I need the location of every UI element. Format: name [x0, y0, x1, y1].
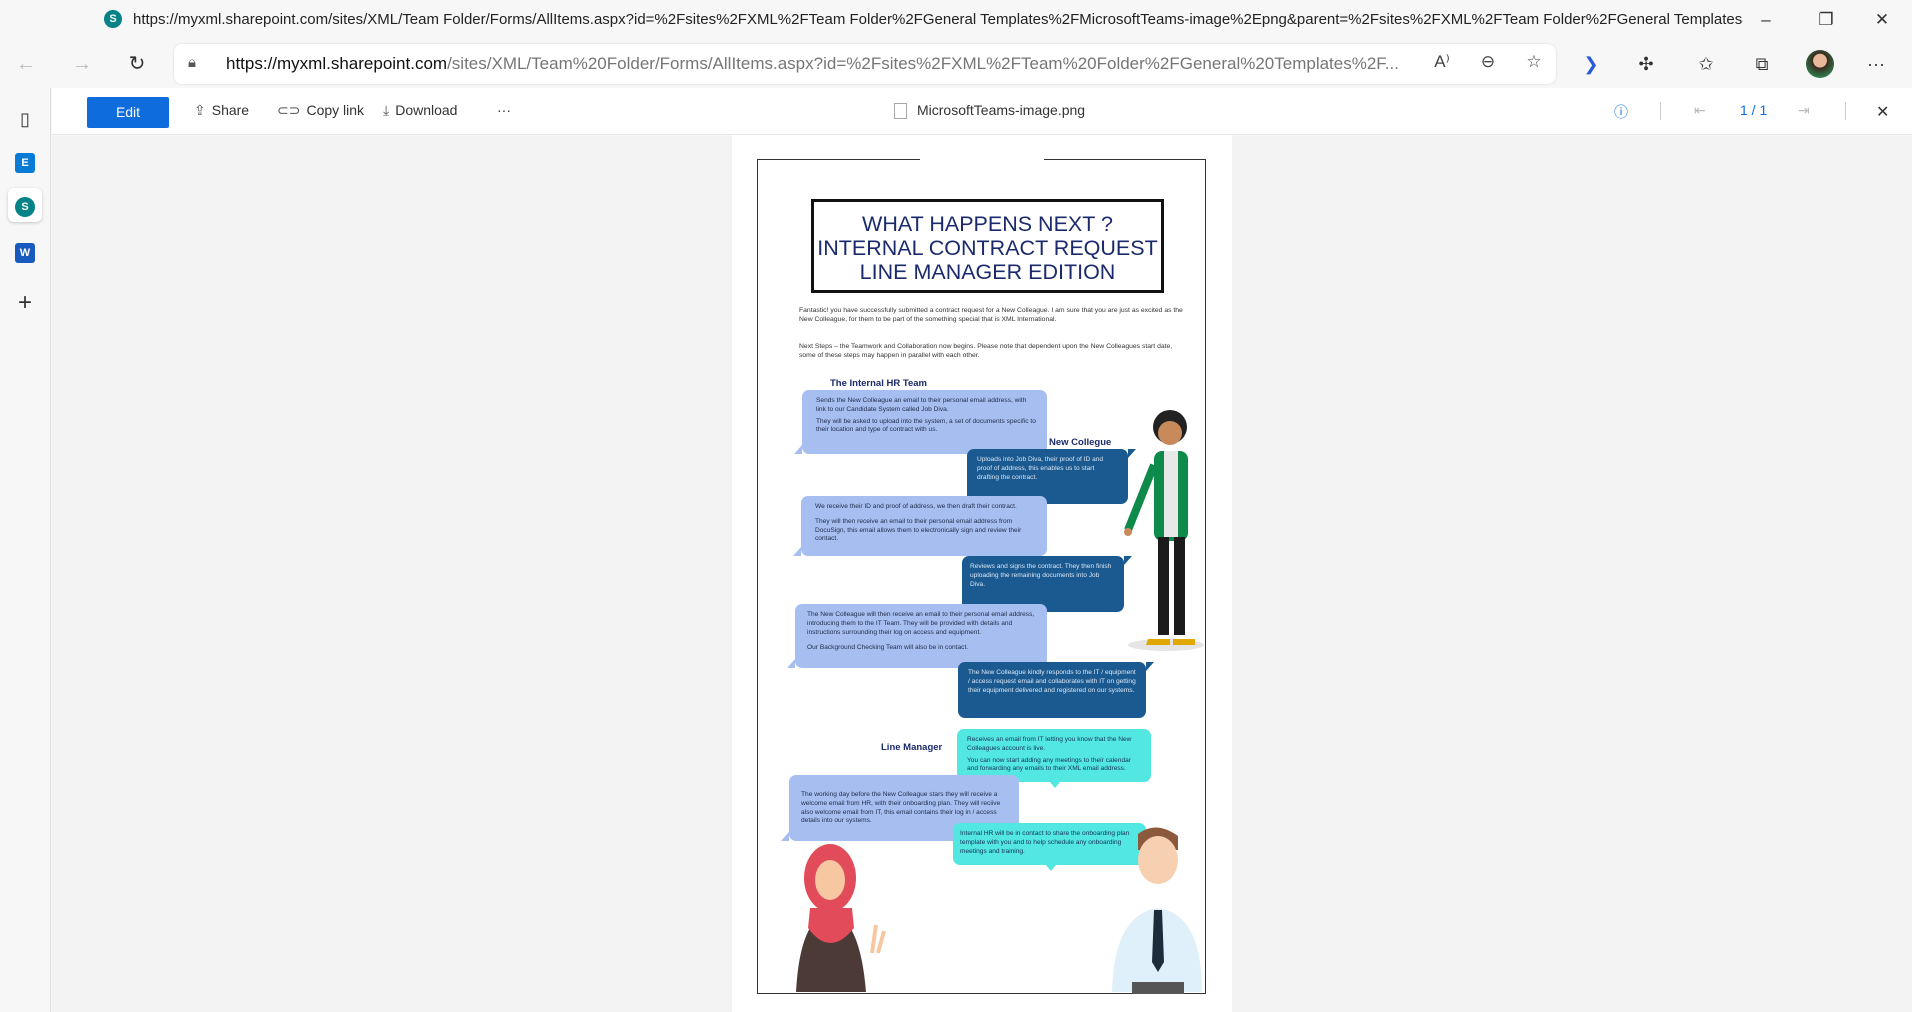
- new-colleague-illustration: [1124, 410, 1204, 651]
- next-steps-paragraph: Next Steps – the Teamwork and Collaborat…: [799, 343, 1173, 359]
- hr-person-illustration: [796, 844, 886, 992]
- download-icon: ⤓: [383, 102, 390, 118]
- sidebar-item-sharepoint[interactable]: S: [8, 188, 42, 222]
- hr-team-label: The Internal HR Team: [830, 378, 927, 389]
- intro-paragraph: Fantastic! you have successfully submitt…: [799, 307, 1183, 323]
- address-input[interactable]: https://myxml.sharepoint.com/sites/XML/T…: [226, 54, 1426, 74]
- lock-icon[interactable]: 🔒︎: [188, 54, 196, 71]
- divider: [1845, 102, 1846, 120]
- page-counter: 1 / 1: [1740, 102, 1768, 118]
- file-name: MicrosoftTeams-image.png: [917, 102, 1086, 118]
- restore-button[interactable]: ❐: [1806, 6, 1846, 34]
- new-colleague-label: New Collegue: [1049, 437, 1112, 448]
- avatar[interactable]: [1806, 50, 1834, 78]
- read-aloud-icon[interactable]: A⁾: [1428, 52, 1456, 76]
- image-file-icon: [894, 103, 907, 119]
- share-button[interactable]: ⇪ Share: [194, 102, 249, 119]
- collections-icon[interactable]: ⧉: [1746, 50, 1778, 78]
- line-manager-illustration: [1112, 827, 1202, 994]
- infographic-title: WHAT HAPPENS NEXT ? INTERNAL CONTRACT RE…: [811, 199, 1164, 293]
- edge-sidebar: ▯ E S W +: [0, 88, 51, 1012]
- first-page-icon[interactable]: ⇤: [1694, 102, 1706, 119]
- link-icon: ⊂⊃: [277, 102, 301, 118]
- window-title: https://myxml.sharepoint.com/sites/XML/T…: [133, 11, 1743, 28]
- address-row: ← → ↻ 🔒︎ https://myxml.sharepoint.com/si…: [0, 40, 1912, 88]
- zoom-out-icon[interactable]: ⊖: [1474, 52, 1502, 76]
- copy-link-button[interactable]: ⊂⊃ Copy link: [277, 102, 364, 119]
- browser-title-bar: S https://myxml.sharepoint.com/sites/XML…: [0, 0, 1912, 40]
- copilot-icon[interactable]: ❯: [1575, 50, 1607, 78]
- sidebar-item-word[interactable]: W: [8, 234, 42, 268]
- edit-button[interactable]: Edit: [87, 97, 169, 128]
- refresh-icon[interactable]: ↻: [121, 48, 153, 80]
- sharepoint-icon: S: [104, 10, 122, 28]
- favorite-add-icon[interactable]: ☆: [1520, 52, 1548, 76]
- line-manager-label: Line Manager: [881, 742, 943, 753]
- hr-bubble-3: The New Colleague will then receive an e…: [787, 604, 1047, 668]
- close-viewer-button[interactable]: ✕: [1876, 102, 1889, 122]
- tab-actions-icon[interactable]: ▯: [8, 102, 42, 136]
- forward-icon[interactable]: →: [66, 48, 98, 80]
- last-page-icon[interactable]: ⇥: [1798, 102, 1810, 119]
- frame-gap: [920, 156, 1044, 162]
- share-icon: ⇪: [194, 102, 206, 118]
- minimize-button[interactable]: –: [1746, 6, 1786, 34]
- hr-bubble-2: We receive their ID and proof of address…: [793, 496, 1047, 556]
- close-window-button[interactable]: ✕: [1862, 6, 1902, 34]
- more-actions-button[interactable]: ···: [497, 102, 511, 118]
- hr-bubble-1: Sends the New Colleague an email to thei…: [794, 390, 1047, 454]
- viewer-toolbar: Edit ⇪ Share ⊂⊃ Copy link ⤓ Download ··· Mi…: [52, 88, 1912, 135]
- colleague-bubble-3: The New Colleague kindly responds to the…: [958, 662, 1154, 718]
- sidebar-add-icon[interactable]: +: [8, 286, 42, 320]
- more-icon[interactable]: ···: [1860, 50, 1892, 78]
- extensions-icon[interactable]: ✣: [1630, 50, 1662, 78]
- sidebar-item-exchange[interactable]: E: [8, 144, 42, 178]
- back-icon[interactable]: ←: [10, 48, 42, 80]
- download-button[interactable]: ⤓ Download: [383, 102, 457, 119]
- info-icon[interactable]: ⓘ: [1614, 102, 1628, 122]
- divider: [1660, 102, 1661, 120]
- favorites-icon[interactable]: ✩: [1690, 50, 1722, 78]
- address-bar[interactable]: 🔒︎ https://myxml.sharepoint.com/sites/XM…: [174, 44, 1556, 84]
